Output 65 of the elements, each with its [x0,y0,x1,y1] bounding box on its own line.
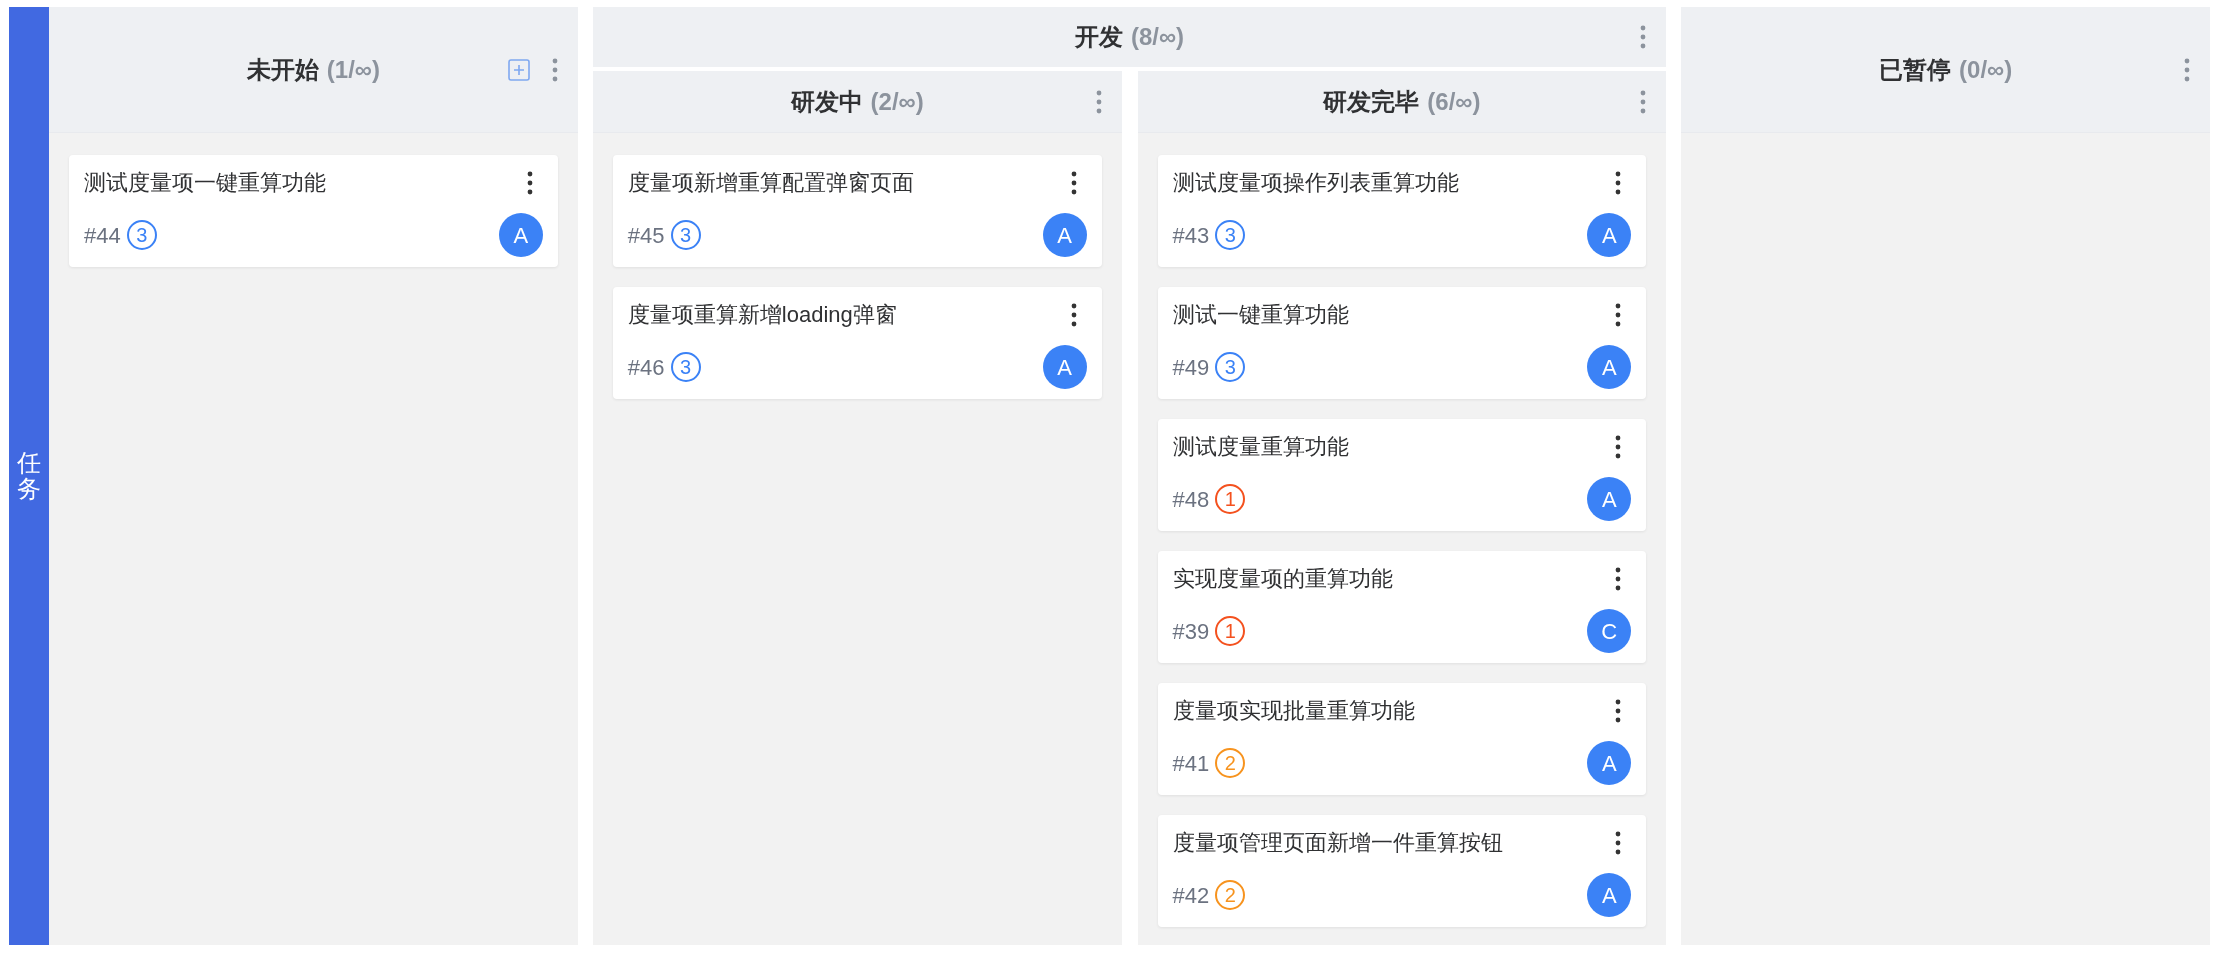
task-card[interactable]: 测试度量项操作列表重算功能 #43 3 A [1157,155,1647,267]
card-title: 测试度量重算功能 [1172,433,1349,461]
card-title: 实现度量项的重算功能 [1172,565,1393,593]
task-number: #45 [627,221,665,250]
column-title: 研发完毕 [1323,86,1420,117]
task-card[interactable]: 实现度量项的重算功能 #39 1 C [1157,551,1647,663]
task-number: #41 [1172,749,1210,778]
avatar[interactable]: A [1042,345,1087,389]
task-card[interactable]: 测试度量项一键重算功能 #44 3 A [69,155,558,267]
more-icon[interactable] [1615,435,1622,459]
card-title: 测试度量项操作列表重算功能 [1172,169,1459,197]
priority-badge: 3 [670,220,701,250]
task-number: #42 [1172,881,1210,910]
card-title: 度量项新增重算配置弹窗页面 [627,169,914,197]
card-title: 测试度量项一键重算功能 [84,169,326,197]
priority-badge: 1 [1215,616,1246,646]
priority-badge: 2 [1215,880,1246,910]
task-number: #49 [1172,353,1210,382]
task-number: #48 [1172,485,1210,514]
task-number: #46 [627,353,665,382]
task-card[interactable]: 度量项重算新增loading弹窗 #46 3 A [612,287,1102,399]
priority-badge: 3 [670,352,701,382]
task-number: #44 [84,221,121,250]
more-icon[interactable] [1615,699,1622,723]
task-card[interactable]: 测试一键重算功能 #49 3 A [1157,287,1647,399]
column-title: 未开始 [246,54,319,85]
more-icon[interactable] [526,171,533,195]
avatar[interactable]: A [1042,213,1087,257]
avatar[interactable]: A [498,213,543,257]
priority-badge: 3 [1215,220,1246,250]
more-icon[interactable] [1615,171,1622,195]
avatar[interactable]: A [1587,213,1632,257]
column-count: (1/∞) [326,54,380,85]
task-card[interactable]: 度量项实现批量重算功能 #41 2 A [1157,683,1647,795]
priority-badge: 3 [126,220,157,250]
column-count: (6/∞) [1427,86,1481,117]
group-title: 开发 [1074,22,1123,52]
task-card[interactable]: 度量项管理页面新增一件重算按钮 #42 2 A [1157,815,1647,927]
task-number: #39 [1172,617,1210,646]
card-title: 度量项重算新增loading弹窗 [627,301,897,329]
task-card[interactable]: 度量项新增重算配置弹窗页面 #45 3 A [612,155,1102,267]
priority-badge: 1 [1215,484,1246,514]
avatar[interactable]: A [1587,477,1632,521]
more-icon[interactable] [1615,831,1622,855]
avatar[interactable]: A [1587,873,1632,917]
card-title: 度量项实现批量重算功能 [1172,697,1415,725]
group-count: (8/∞) [1130,22,1185,52]
avatar[interactable]: C [1587,609,1632,653]
swimlane-label: 任务 [17,449,41,503]
priority-badge: 2 [1215,748,1246,778]
column-title: 已暂停 [1879,54,1952,85]
more-icon[interactable] [1070,303,1077,327]
column-count: (2/∞) [870,86,924,117]
column-count: (0/∞) [1959,54,2013,85]
task-number: #43 [1172,221,1210,250]
priority-badge: 3 [1215,352,1246,382]
card-title: 度量项管理页面新增一件重算按钮 [1172,829,1503,857]
more-icon[interactable] [1615,303,1622,327]
avatar[interactable]: A [1587,741,1632,785]
more-icon[interactable] [1615,567,1622,591]
more-icon[interactable] [1070,171,1077,195]
column-title: 研发中 [790,86,863,117]
task-card[interactable]: 测试度量重算功能 #48 1 A [1157,419,1647,531]
card-title: 测试一键重算功能 [1172,301,1349,329]
avatar[interactable]: A [1587,345,1632,389]
